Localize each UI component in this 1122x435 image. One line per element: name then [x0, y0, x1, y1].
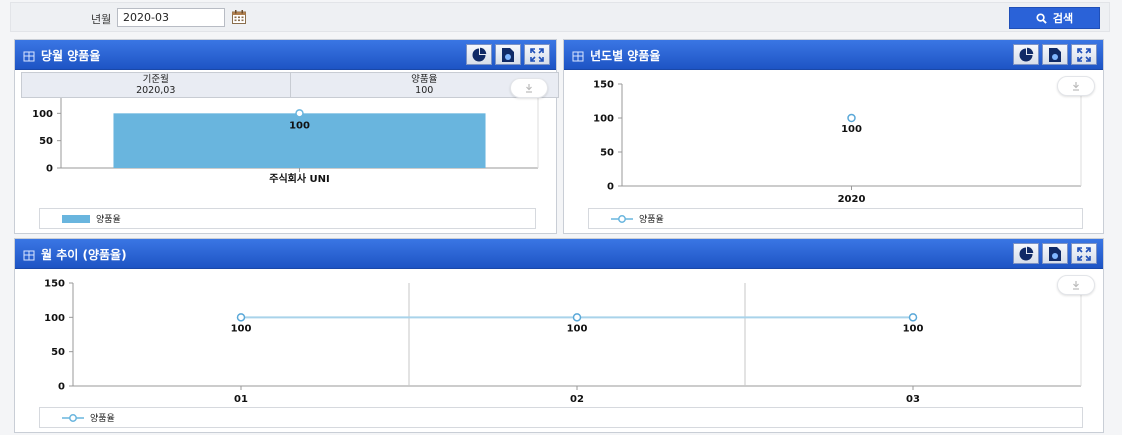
pie-chart-button[interactable]: [1013, 44, 1039, 65]
y-tick-label: 100: [32, 109, 53, 120]
expand-icon: [1077, 246, 1091, 261]
data-point: [908, 313, 918, 322]
download-button[interactable]: [510, 78, 548, 98]
export-button[interactable]: [495, 44, 521, 65]
chart-legend: 양품율: [39, 208, 536, 229]
export-icon: [502, 47, 514, 62]
expand-button[interactable]: [524, 44, 550, 65]
year-month-label: 년월: [91, 13, 112, 26]
export-button[interactable]: [1042, 44, 1068, 65]
data-label: 100: [567, 323, 588, 334]
calendar-icon[interactable]: [231, 9, 247, 25]
download-button[interactable]: [1057, 275, 1095, 295]
monthly-bar-chart: 050100150주식회사 UNI100: [32, 98, 539, 185]
legend-label: 양품율: [639, 215, 664, 225]
pie-chart-icon: [1019, 47, 1034, 61]
data-label: 100: [841, 124, 862, 135]
panel-title: 년도별 양품율: [590, 49, 661, 63]
y-tick-label: 100: [44, 313, 65, 324]
bar-swatch: [62, 214, 90, 223]
panel-tools: [1013, 243, 1097, 264]
chart-legend: 양품율: [588, 208, 1083, 229]
panel-tools: [1013, 44, 1097, 65]
y-tick-label: 150: [593, 80, 614, 91]
window-icon: [23, 250, 35, 260]
panel-header: 월 추이 (양품율): [15, 239, 1103, 269]
export-icon: [1049, 47, 1061, 62]
panel-title: 당월 양품율: [41, 49, 101, 63]
base-month-cell: 기준월 2020,03: [22, 73, 290, 97]
line-swatch: [611, 214, 633, 223]
base-month-value: 2020,03: [136, 85, 176, 96]
y-tick-label: 0: [607, 182, 614, 193]
pie-chart-button[interactable]: [466, 44, 492, 65]
x-tick-label: 02: [570, 394, 584, 405]
search-bar: 년월 검색: [10, 2, 1110, 32]
data-label: 100: [289, 120, 310, 131]
data-point: [236, 313, 246, 322]
data-label: 100: [903, 323, 924, 334]
panel-header: 당월 양품율: [15, 40, 556, 70]
download-icon: [1073, 82, 1079, 91]
monthly-trend-line-chart: 0 50 100 150 01 02 03 100 100 100: [44, 279, 1082, 405]
panel-header: 년도별 양품율: [564, 40, 1103, 70]
y-tick-label: 150: [44, 279, 65, 290]
y-tick-label: 50: [600, 148, 614, 159]
x-tick-label: 주식회사 UNI: [269, 172, 330, 185]
y-tick-label: 0: [46, 164, 53, 175]
panel-title: 월 추이 (양품율): [41, 248, 127, 262]
data-point: [847, 113, 856, 123]
search-button[interactable]: 검색: [1009, 7, 1100, 29]
y-tick-label: 0: [58, 382, 65, 393]
export-button[interactable]: [1042, 243, 1068, 264]
download-icon: [526, 84, 532, 93]
x-tick-label: 2020: [838, 194, 866, 205]
pie-chart-button[interactable]: [1013, 243, 1039, 264]
data-point: [295, 109, 304, 118]
search-button-label: 검색: [1052, 12, 1074, 25]
data-label: 100: [231, 323, 252, 334]
expand-icon: [1077, 47, 1091, 62]
base-month-header: 기준월: [142, 74, 169, 85]
chart-legend: 양품율: [39, 407, 1083, 428]
panel-tools: [466, 44, 550, 65]
expand-icon: [530, 47, 544, 62]
expand-button[interactable]: [1071, 243, 1097, 264]
yearly-yield-panel: 년도별 양품율 0 50 100 150 2020 100 양품율: [563, 39, 1104, 234]
x-tick-label: 03: [906, 394, 920, 405]
pie-chart-icon: [472, 47, 487, 61]
pie-chart-icon: [1019, 246, 1034, 260]
year-month-input[interactable]: [117, 8, 225, 27]
window-icon: [23, 51, 35, 61]
monthly-yield-panel: 당월 양품율 기준월 2020,03 양품율 100 050100150주식회사…: [14, 39, 559, 234]
summary-table: 기준월 2020,03 양품율 100: [21, 72, 559, 98]
download-button[interactable]: [1057, 76, 1095, 96]
x-tick-label: 01: [234, 394, 248, 405]
y-tick-label: 50: [51, 347, 65, 358]
line-swatch: [62, 413, 84, 422]
data-point: [572, 313, 582, 322]
y-tick-label: 100: [593, 114, 614, 125]
yearly-line-chart: 0 50 100 150 2020 100: [593, 80, 1082, 205]
y-tick-label: 50: [39, 136, 53, 147]
legend-label: 양품율: [96, 215, 121, 225]
expand-button[interactable]: [1071, 44, 1097, 65]
download-icon: [1073, 281, 1079, 290]
window-icon: [572, 51, 584, 61]
magnifier-icon: [1036, 12, 1047, 24]
legend-label: 양품율: [90, 414, 115, 424]
export-icon: [1049, 246, 1061, 261]
monthly-trend-panel: 월 추이 (양품율) 0 50 100 150 01 02 03 100 100 100 양품율: [14, 238, 1104, 433]
